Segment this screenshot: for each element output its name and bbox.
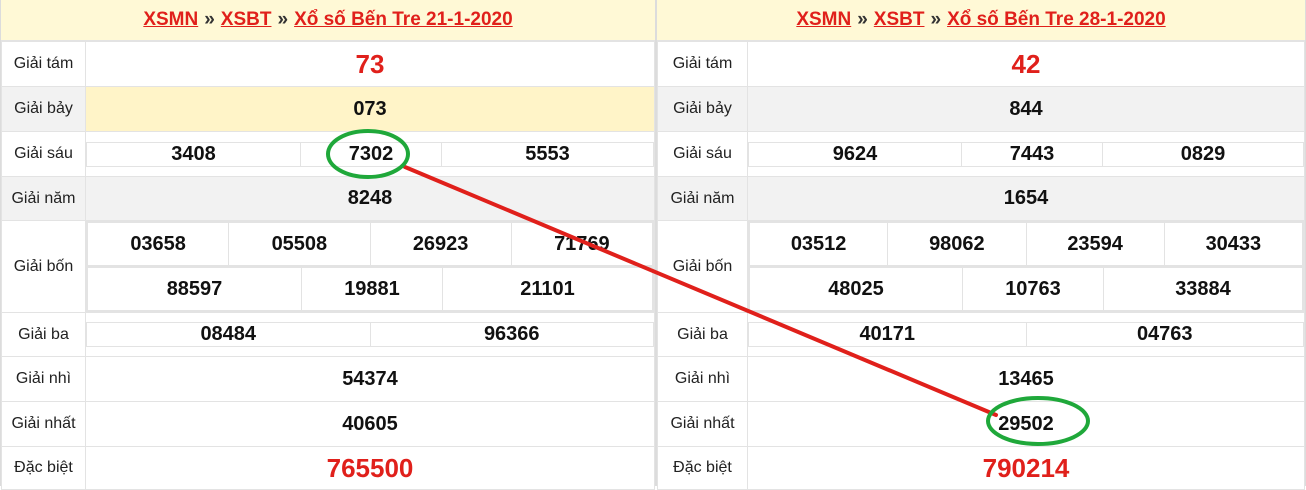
results-table: Giải tám 42 Giải bảy 844 Giải sáu 9624 7… bbox=[657, 41, 1305, 490]
prize-label-1: Giải nhất bbox=[657, 401, 748, 447]
prize-label-8: Giải tám bbox=[657, 41, 748, 87]
prize-value-1: 40605 bbox=[85, 401, 655, 447]
breadcrumb-separator: » bbox=[857, 9, 868, 30]
prize-value-4: 05508 bbox=[228, 222, 371, 266]
prize-value-2: 54374 bbox=[85, 356, 655, 402]
prize-label-8: Giải tám bbox=[1, 41, 86, 87]
draw-date-link[interactable]: Xổ số Bến Tre 28-1-2020 bbox=[947, 9, 1166, 31]
prize-label-3: Giải ba bbox=[1, 312, 86, 357]
breadcrumb-separator: » bbox=[930, 9, 942, 30]
prize-value-6: 0829 bbox=[1102, 141, 1304, 167]
prize-value-6: 5553 bbox=[441, 141, 654, 167]
prize-value-4: 88597 bbox=[87, 267, 302, 311]
xsmn-link[interactable]: XSMN bbox=[796, 9, 851, 31]
prize-label-7: Giải bảy bbox=[1, 86, 86, 132]
prize-value-7: 073 bbox=[85, 86, 655, 132]
prize-value-3: 96366 bbox=[369, 322, 654, 347]
prize-value-4: 30433 bbox=[1163, 222, 1304, 266]
results-table: Giải tám 73 Giải bảy 073 Giải sáu 3408 7… bbox=[1, 41, 655, 490]
prize-value-4: 23594 bbox=[1025, 222, 1165, 266]
prize-value-4: 26923 bbox=[369, 222, 512, 266]
prize-value-4: 48025 bbox=[749, 267, 963, 311]
prize-label-7: Giải bảy bbox=[657, 86, 748, 132]
prize-value-4: 98062 bbox=[887, 222, 1027, 266]
prize-value-3: 40171 bbox=[748, 322, 1027, 347]
xsbt-link[interactable]: XSBT bbox=[874, 9, 925, 31]
prize-value-1: 29502 bbox=[747, 401, 1305, 447]
prize-value-6: 3408 bbox=[86, 141, 301, 167]
prize-label-6: Giải sáu bbox=[657, 131, 748, 177]
prize-value-4: 19881 bbox=[301, 267, 443, 311]
prize-label-5: Giải năm bbox=[657, 176, 748, 221]
prize-value-3: 08484 bbox=[86, 322, 371, 347]
prize-value-6: 9624 bbox=[748, 141, 962, 167]
prize-value-5: 1654 bbox=[747, 176, 1305, 221]
prize-value-5: 8248 bbox=[85, 176, 655, 221]
prize-value-special: 765500 bbox=[85, 446, 655, 490]
results-panel-left: XSMN » XSBT » Xổ số Bến Tre 21-1-2020 Gi… bbox=[0, 0, 656, 490]
draw-date-link[interactable]: Xổ số Bến Tre 21-1-2020 bbox=[294, 9, 513, 31]
xsmn-link[interactable]: XSMN bbox=[143, 9, 198, 31]
prize-label-4: Giải bốn bbox=[1, 220, 86, 313]
prize-label-1: Giải nhất bbox=[1, 401, 86, 447]
prize-value-2: 13465 bbox=[747, 356, 1305, 402]
prize-label-6: Giải sáu bbox=[1, 131, 86, 177]
prize-value-4: 10763 bbox=[962, 267, 1104, 311]
prize-value-special: 790214 bbox=[747, 446, 1305, 490]
prize-label-2: Giải nhì bbox=[657, 356, 748, 402]
breadcrumb-separator: » bbox=[277, 9, 289, 30]
prize-value-8: 73 bbox=[85, 41, 655, 87]
breadcrumb: XSMN » XSBT » Xổ số Bến Tre 28-1-2020 bbox=[657, 0, 1305, 41]
prize-value-3: 04763 bbox=[1025, 322, 1304, 347]
prize-value-4: 33884 bbox=[1103, 267, 1303, 311]
results-panel-right: XSMN » XSBT » Xổ số Bến Tre 28-1-2020 Gi… bbox=[656, 0, 1306, 490]
prize-label-4: Giải bốn bbox=[657, 220, 748, 313]
breadcrumb-separator: » bbox=[204, 9, 215, 30]
prize-value-4: 03512 bbox=[748, 222, 889, 266]
prize-value-7: 844 bbox=[747, 86, 1305, 132]
prize-label-special: Đặc biệt bbox=[657, 446, 748, 490]
prize-label-2: Giải nhì bbox=[1, 356, 86, 402]
prize-label-3: Giải ba bbox=[657, 312, 748, 357]
prize-label-5: Giải năm bbox=[1, 176, 86, 221]
xsbt-link[interactable]: XSBT bbox=[221, 9, 272, 31]
prize-value-4: 71769 bbox=[510, 222, 654, 266]
prize-value-6: 7302 bbox=[300, 141, 442, 167]
prize-value-8: 42 bbox=[747, 41, 1305, 87]
prize-label-special: Đặc biệt bbox=[1, 446, 86, 490]
breadcrumb: XSMN » XSBT » Xổ số Bến Tre 21-1-2020 bbox=[1, 0, 655, 41]
prize-value-4: 03658 bbox=[86, 222, 230, 266]
prize-value-4: 21101 bbox=[442, 267, 653, 311]
prize-value-6: 7443 bbox=[961, 141, 1103, 167]
